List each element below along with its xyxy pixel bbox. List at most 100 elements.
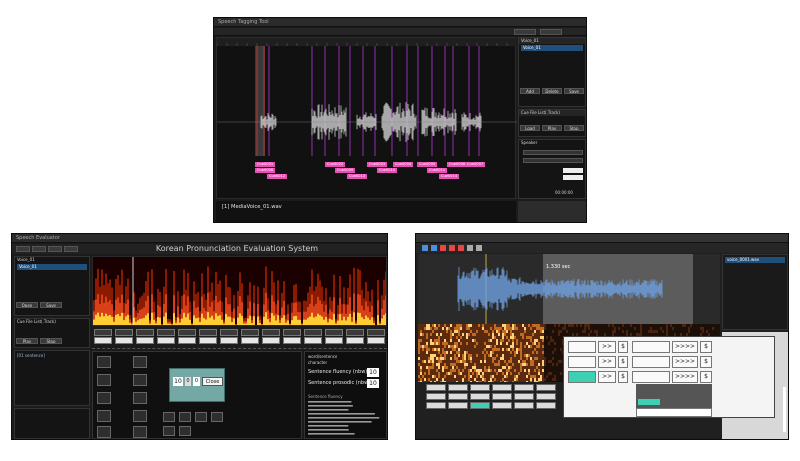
dialog-field[interactable]: 0 bbox=[193, 377, 200, 386]
key-button[interactable] bbox=[97, 356, 111, 368]
menu-button[interactable] bbox=[32, 246, 46, 252]
cue-label[interactable]: Cue0009 bbox=[335, 168, 356, 173]
segment-value-box[interactable] bbox=[325, 337, 343, 344]
row-field[interactable]: $ bbox=[618, 371, 628, 383]
cue-label[interactable]: Cue0003 bbox=[367, 162, 388, 167]
cue-label[interactable]: Cue0007 bbox=[465, 162, 486, 167]
save-button[interactable]: Save bbox=[40, 302, 62, 308]
row-label[interactable] bbox=[568, 356, 596, 368]
value-field[interactable] bbox=[563, 175, 583, 180]
key-button[interactable] bbox=[163, 426, 175, 436]
row-field[interactable]: $ bbox=[618, 341, 628, 353]
small-label-cell[interactable] bbox=[426, 384, 446, 391]
menu-button[interactable] bbox=[48, 246, 62, 252]
segment-value-box[interactable] bbox=[94, 337, 112, 344]
row-field[interactable]: $ bbox=[700, 371, 712, 383]
key-button[interactable] bbox=[133, 356, 147, 368]
play-button[interactable]: Play bbox=[16, 338, 38, 344]
row-field[interactable]: $ bbox=[700, 341, 712, 353]
segment-value-box[interactable] bbox=[262, 337, 280, 344]
cue-label[interactable]: Cue0005 bbox=[417, 162, 438, 167]
delete-button[interactable]: Delete bbox=[542, 88, 562, 94]
scrollbar[interactable] bbox=[783, 387, 786, 432]
small-label-cell[interactable] bbox=[492, 393, 512, 400]
segment-label-box[interactable] bbox=[220, 329, 238, 336]
dialog-field[interactable]: 0 bbox=[185, 377, 191, 386]
key-button[interactable] bbox=[97, 410, 111, 422]
row-label[interactable] bbox=[568, 371, 596, 383]
close-button[interactable]: Close bbox=[202, 377, 223, 386]
waveform[interactable] bbox=[418, 254, 720, 324]
small-label-cell[interactable] bbox=[470, 393, 490, 400]
key-button[interactable] bbox=[211, 412, 223, 422]
sentence-prosodic-value[interactable]: 10 bbox=[367, 379, 379, 388]
waveform-panel[interactable]: Cue0001 Cue0002 Cue0003 Cue0004 Cue0005 Cue00… bbox=[216, 37, 517, 199]
row-field[interactable]: $ bbox=[700, 356, 712, 368]
segment-label-box[interactable] bbox=[325, 329, 343, 336]
segment-label-box[interactable] bbox=[241, 329, 259, 336]
key-button[interactable] bbox=[133, 426, 147, 438]
key-button[interactable] bbox=[133, 410, 147, 422]
row-field[interactable] bbox=[632, 356, 670, 368]
toolbar-button[interactable] bbox=[514, 29, 536, 35]
small-label-cell[interactable] bbox=[514, 393, 534, 400]
confirm-button[interactable] bbox=[636, 408, 712, 417]
row-label[interactable] bbox=[568, 341, 596, 353]
list-item[interactable]: voice_0001.wav bbox=[725, 257, 785, 263]
segment-label-box[interactable] bbox=[136, 329, 154, 336]
cue-label[interactable]: Cue0010 bbox=[377, 168, 398, 173]
list-item[interactable]: Voice_01 bbox=[17, 264, 87, 270]
sentence-fluency-value[interactable]: 10 bbox=[367, 368, 379, 377]
segment-label-box[interactable] bbox=[346, 329, 364, 336]
small-label-cell[interactable] bbox=[492, 384, 512, 391]
value-field[interactable] bbox=[563, 168, 583, 173]
key-button[interactable] bbox=[179, 426, 191, 436]
cue-label[interactable]: Cue0001 bbox=[255, 162, 276, 167]
segment-label-box[interactable] bbox=[157, 329, 175, 336]
small-label-cell[interactable] bbox=[470, 384, 490, 391]
speaker-field[interactable] bbox=[523, 150, 583, 155]
key-button[interactable] bbox=[163, 412, 175, 422]
segment-value-box[interactable] bbox=[283, 337, 301, 344]
key-button[interactable] bbox=[97, 392, 111, 404]
key-button[interactable] bbox=[179, 412, 191, 422]
segment-label-box[interactable] bbox=[178, 329, 196, 336]
segment-value-box[interactable] bbox=[241, 337, 259, 344]
dialog-field[interactable]: 10 bbox=[173, 377, 183, 386]
segment-label-box[interactable] bbox=[199, 329, 217, 336]
row-field[interactable]: >>>> bbox=[672, 356, 698, 368]
small-label-cell[interactable] bbox=[426, 402, 446, 409]
spectrogram-panel[interactable] bbox=[92, 256, 387, 326]
list-item[interactable]: Voice_01 bbox=[521, 45, 583, 51]
row-field[interactable]: >> bbox=[598, 341, 616, 353]
segment-label-box[interactable] bbox=[115, 329, 133, 336]
stop-button[interactable]: Stop bbox=[564, 125, 584, 131]
transcript-area[interactable]: [1] MediaVoice_01.wav bbox=[216, 201, 516, 222]
spectrogram[interactable] bbox=[93, 257, 386, 325]
cue-label[interactable]: Cue0011 bbox=[427, 168, 448, 173]
cue-label[interactable]: Cue0014 bbox=[439, 174, 460, 179]
small-label-cell[interactable] bbox=[492, 402, 512, 409]
segment-label-box[interactable] bbox=[304, 329, 322, 336]
row-field[interactable]: >>>> bbox=[672, 341, 698, 353]
segment-value-box[interactable] bbox=[220, 337, 238, 344]
row-field[interactable]: >> bbox=[598, 371, 616, 383]
play-button[interactable]: Play bbox=[542, 125, 562, 131]
cue-label[interactable]: Cue0004 bbox=[393, 162, 414, 167]
cue-label[interactable]: Cue0008 bbox=[255, 168, 276, 173]
segment-label-box[interactable] bbox=[262, 329, 280, 336]
key-button[interactable] bbox=[133, 392, 147, 404]
small-label-cell[interactable] bbox=[448, 384, 468, 391]
cue-label[interactable]: Cue0012 bbox=[267, 174, 288, 179]
load-button[interactable]: Load bbox=[520, 125, 540, 131]
open-button[interactable]: Open bbox=[16, 302, 38, 308]
row-field[interactable]: $ bbox=[618, 356, 628, 368]
small-label-cell[interactable] bbox=[536, 384, 556, 391]
small-label-cell[interactable] bbox=[426, 393, 446, 400]
key-button[interactable] bbox=[133, 374, 147, 386]
selected-key[interactable] bbox=[638, 399, 660, 405]
segment-label-box[interactable] bbox=[367, 329, 385, 336]
row-field[interactable]: >> bbox=[598, 356, 616, 368]
key-button[interactable] bbox=[97, 374, 111, 386]
segment-value-box[interactable] bbox=[157, 337, 175, 344]
